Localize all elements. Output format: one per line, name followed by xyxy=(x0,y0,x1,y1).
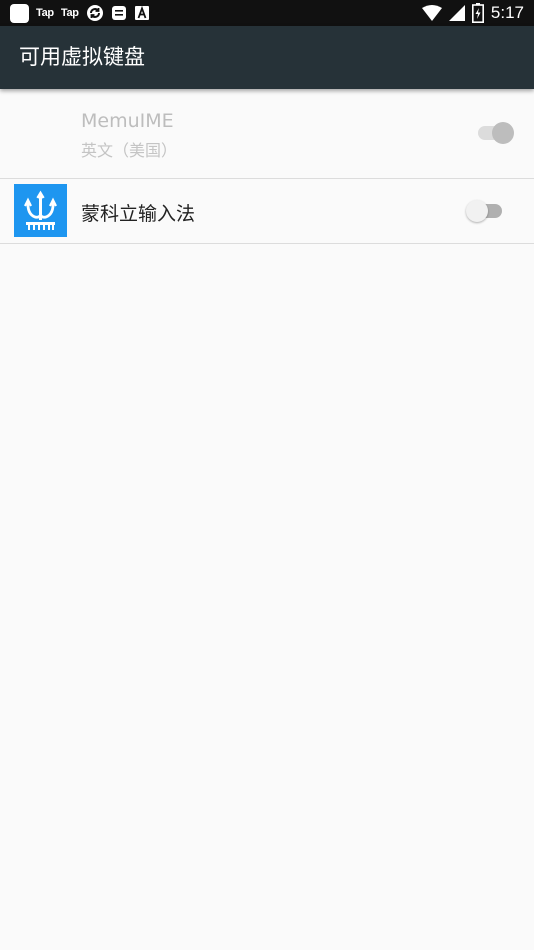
menksoft-trident-icon xyxy=(14,184,67,237)
app-square-icon xyxy=(10,3,29,23)
status-bar-system: 5:17 xyxy=(421,2,524,24)
toggle-thumb xyxy=(466,200,488,222)
status-bar: Tap Tap 5:17 xyxy=(0,0,534,26)
message-icon xyxy=(111,5,127,21)
battery-icon xyxy=(471,3,484,23)
wifi-icon xyxy=(421,5,442,21)
keyboard-row-menksoft[interactable]: 蒙科立输入法 xyxy=(0,179,534,244)
page-title: 可用虚拟键盘 xyxy=(19,45,145,69)
signal-icon xyxy=(448,5,465,21)
clock: 5:17 xyxy=(490,3,524,22)
app-bar: 可用虚拟键盘 xyxy=(0,26,534,89)
taptap-icon: Tap xyxy=(60,7,79,19)
taptap-icon: Tap xyxy=(36,7,54,19)
keyboard-subtitle: 英文（美国） xyxy=(81,141,178,160)
menksoft-toggle[interactable] xyxy=(464,197,508,225)
status-bar-notifications: Tap Tap xyxy=(10,3,150,23)
toggle-thumb xyxy=(492,122,514,144)
memuime-toggle[interactable] xyxy=(472,119,516,147)
keyboard-row-memuime[interactable]: MemuIME 英文（美国） xyxy=(0,89,534,179)
font-icon xyxy=(134,5,150,21)
sync-icon xyxy=(86,4,104,22)
keyboard-name: MemuIME xyxy=(81,110,174,132)
keyboard-name: 蒙科立输入法 xyxy=(81,203,196,225)
